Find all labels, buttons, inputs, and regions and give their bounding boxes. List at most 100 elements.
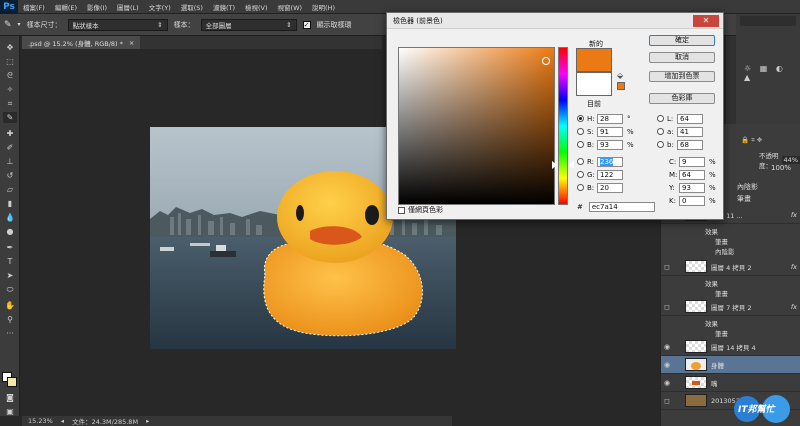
h-radio[interactable]: [577, 115, 584, 122]
color-marker-icon[interactable]: [542, 57, 550, 65]
layer-effect-row[interactable]: 筆畫: [715, 236, 728, 246]
layer-effect-row[interactable]: 筆畫: [715, 288, 728, 298]
menu-image[interactable]: 影像(I): [82, 2, 112, 12]
status-menu-icon[interactable]: ▸: [146, 417, 149, 425]
layer-row[interactable]: ◻ 圖層 4 拷貝 2 fx: [661, 258, 800, 276]
menu-filter[interactable]: 濾鏡(T): [208, 2, 240, 12]
web-colors-only-checkbox[interactable]: [398, 206, 405, 214]
dodge-tool-icon[interactable]: ●: [3, 226, 17, 237]
layer-row[interactable]: ◻ 圖層 7 拷貝 2 fx: [661, 298, 800, 316]
type-tool-icon[interactable]: T: [3, 256, 17, 267]
layer-row-selected[interactable]: ◉ 身體: [661, 356, 800, 374]
b-input[interactable]: 93: [597, 139, 623, 150]
eyedropper-tool-icon[interactable]: ✎: [4, 20, 12, 30]
out-of-gamut-warning-icon[interactable]: ⬙: [617, 71, 625, 80]
lasso-tool-icon[interactable]: ᘓ: [3, 70, 17, 81]
g-input[interactable]: 122: [597, 169, 623, 180]
hex-input[interactable]: ec7a14: [588, 202, 655, 212]
hue-slider[interactable]: [558, 47, 568, 205]
menu-edit[interactable]: 編輯(E): [50, 2, 82, 12]
eye-icon[interactable]: ◉: [661, 343, 673, 351]
opacity-value[interactable]: 44%: [781, 156, 800, 164]
current-color-swatch[interactable]: [576, 72, 612, 96]
lab-b-input[interactable]: 68: [677, 139, 703, 150]
menu-select[interactable]: 選取(S): [176, 2, 208, 12]
close-icon[interactable]: ×: [129, 39, 134, 47]
hue-slider-handle-left[interactable]: [552, 161, 557, 169]
eye-icon[interactable]: ◉: [661, 361, 673, 369]
cancel-button[interactable]: 取消: [649, 52, 715, 63]
crop-tool-icon[interactable]: ⌗: [3, 98, 17, 109]
more-tools-icon[interactable]: ···: [3, 328, 17, 339]
l-input[interactable]: 64: [677, 113, 703, 124]
gamut-color-swatch[interactable]: [617, 82, 625, 90]
tool-preset-dropdown-icon[interactable]: ▾: [18, 21, 21, 28]
c-input[interactable]: 9: [679, 156, 705, 167]
fill-value[interactable]: 100%: [771, 164, 791, 172]
menu-type[interactable]: 文字(Y): [144, 2, 176, 12]
fx-icon[interactable]: fx: [791, 303, 797, 311]
layer-row[interactable]: ◉ 圖層 14 拷貝 4: [661, 338, 800, 356]
color-libraries-button[interactable]: 色彩庫: [649, 93, 715, 104]
menu-window[interactable]: 視窗(W): [273, 2, 308, 12]
quick-select-tool-icon[interactable]: ✧: [3, 84, 17, 95]
h-input[interactable]: 28: [597, 113, 623, 124]
sample-size-select[interactable]: 點狀樣本 ⇕: [67, 18, 168, 31]
menu-help[interactable]: 說明(H): [307, 2, 340, 12]
add-to-swatches-button[interactable]: 增加到色票: [649, 71, 715, 82]
blur-tool-icon[interactable]: 💧: [3, 212, 17, 223]
screen-mode-icon[interactable]: ▣: [3, 406, 17, 417]
status-arrow-icon[interactable]: ◂: [61, 417, 64, 425]
eye-icon[interactable]: ◻: [661, 303, 673, 311]
s-input[interactable]: 91: [597, 126, 623, 137]
y-input[interactable]: 93: [679, 182, 705, 193]
saturation-brightness-field[interactable]: [398, 47, 555, 205]
quick-mask-icon[interactable]: ◙: [3, 392, 17, 403]
layer-effect-row[interactable]: 效果: [705, 278, 718, 288]
ok-button[interactable]: 確定: [649, 35, 715, 46]
s-radio[interactable]: [577, 128, 584, 135]
g-radio[interactable]: [577, 171, 584, 178]
fx-icon[interactable]: fx: [791, 211, 797, 219]
adjustment-icons-row[interactable]: ☼ ▦ ◐ ▲: [744, 64, 786, 82]
l-radio[interactable]: [657, 115, 664, 122]
eye-icon[interactable]: ◉: [661, 379, 673, 387]
zoom-level[interactable]: 15.23%: [28, 417, 53, 425]
blue-input[interactable]: 20: [597, 182, 623, 193]
show-ring-checkbox[interactable]: ✓: [302, 20, 311, 29]
healing-brush-tool-icon[interactable]: ✚: [3, 128, 17, 139]
eye-icon[interactable]: ◻: [661, 263, 673, 271]
r-radio[interactable]: [577, 158, 584, 165]
layer-effect-row[interactable]: 內陰影: [715, 246, 735, 256]
history-brush-tool-icon[interactable]: ↺: [3, 170, 17, 181]
close-button[interactable]: ✕: [693, 15, 719, 27]
marquee-tool-icon[interactable]: ⬚: [3, 56, 17, 67]
menu-view[interactable]: 檢視(V): [240, 2, 273, 12]
zoom-tool-icon[interactable]: ⚲: [3, 314, 17, 325]
eyedropper-tool-icon[interactable]: ✎: [3, 112, 17, 123]
pen-tool-icon[interactable]: ✒: [3, 242, 17, 253]
sample-select[interactable]: 全部圖層 ⇕: [200, 18, 297, 31]
menu-file[interactable]: 檔案(F): [18, 2, 50, 12]
shape-tool-icon[interactable]: ⬭: [3, 284, 17, 295]
move-tool-icon[interactable]: ✥: [3, 42, 17, 53]
document-tab[interactable]: .psd @ 15.2% (身體, RGB/8) * ×: [22, 36, 141, 49]
layer-row[interactable]: ◉ 嘴: [661, 374, 800, 392]
path-select-tool-icon[interactable]: ➤: [3, 270, 17, 281]
clone-stamp-tool-icon[interactable]: ⊥: [3, 156, 17, 167]
gradient-tool-icon[interactable]: ▮: [3, 198, 17, 209]
eye-icon[interactable]: ◻: [661, 397, 673, 405]
menu-layer[interactable]: 圖層(L): [112, 2, 144, 12]
b-radio[interactable]: [577, 141, 584, 148]
dialog-title-bar[interactable]: 檢色器 (前景色): [387, 13, 723, 29]
m-input[interactable]: 64: [679, 169, 705, 180]
a-input[interactable]: 41: [677, 126, 703, 137]
lab-b-radio[interactable]: [657, 141, 664, 148]
hand-tool-icon[interactable]: ✋: [3, 300, 17, 311]
background-color-swatch[interactable]: [7, 377, 17, 387]
hue-slider-handle-right[interactable]: [569, 161, 574, 169]
lock-icons[interactable]: 🔒 ⌗ ✥: [741, 136, 762, 145]
eraser-tool-icon[interactable]: ▱: [3, 184, 17, 195]
k-input[interactable]: 0: [679, 195, 705, 206]
layer-effect-row[interactable]: 效果: [705, 318, 718, 328]
